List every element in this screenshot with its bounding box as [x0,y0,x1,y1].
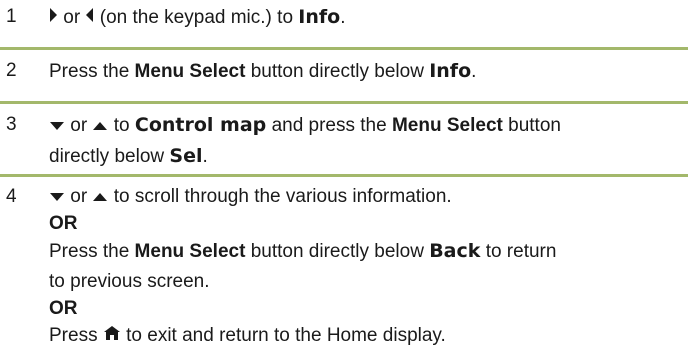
divider [0,101,688,104]
up-arrow-icon [92,182,108,212]
divider [0,174,688,177]
menu-select-label: Menu Select [134,61,246,82]
step-text: or to Control map and press the Menu Sel… [49,110,685,172]
or-label: OR [49,213,78,235]
divider [0,47,688,50]
down-arrow-icon [49,182,65,212]
home-icon [103,321,121,351]
display-text-back: Back [429,240,481,263]
right-arrow-icon [49,3,58,33]
step-text: Press the Menu Select button directly be… [49,60,477,82]
display-text-info: Info [298,6,341,28]
display-text-control-map: Control map [134,114,267,136]
or-label: OR [49,298,78,320]
menu-select-label: Menu Select [134,241,246,263]
instruction-steps: 1 or (on the keypad mic.) to Info. 2 Pre… [0,0,688,361]
step-text: or (on the keypad mic.) to Info. [49,2,685,33]
step-number: 3 [6,114,17,135]
step-number: 2 [6,60,17,81]
display-text-info: Info [429,60,472,82]
down-arrow-icon [49,111,65,141]
step-number: 1 [6,6,17,27]
display-text-sel: Sel [169,145,203,167]
step-number: 4 [6,186,17,207]
step-text: or to scroll through the various informa… [49,182,685,351]
left-arrow-icon [85,3,94,33]
menu-select-label: Menu Select [391,115,503,136]
up-arrow-icon [92,111,108,141]
